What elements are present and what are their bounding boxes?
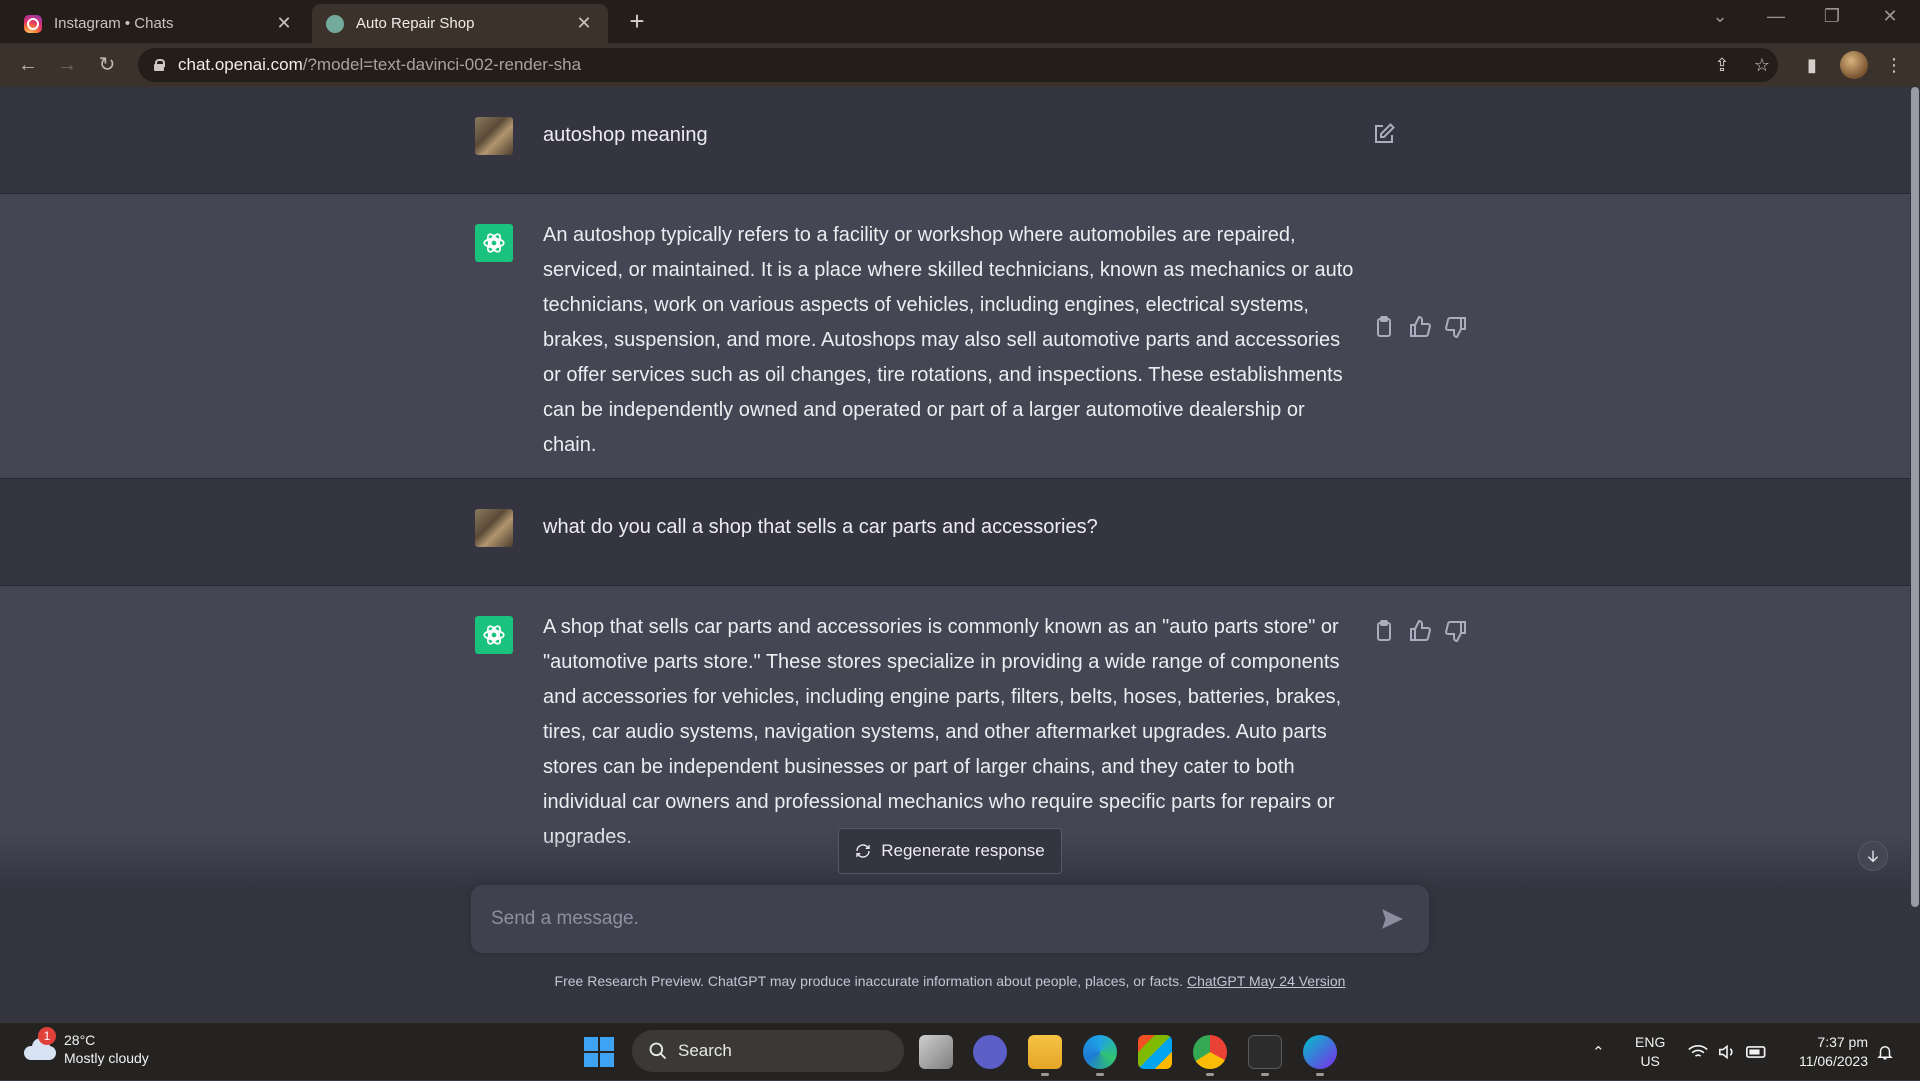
back-arrow-icon[interactable]: ← — [14, 51, 42, 79]
notification-badge: 1 — [38, 1027, 56, 1045]
regenerate-response-button[interactable]: Regenerate response — [838, 828, 1062, 874]
assistant-message-row: An autoshop typically refers to a facili… — [0, 194, 1910, 479]
edit-icon[interactable] — [1372, 122, 1396, 146]
file-explorer-icon[interactable] — [1028, 1035, 1062, 1069]
side-panel-icon[interactable]: ▮ — [1798, 51, 1826, 79]
user-avatar — [475, 509, 513, 547]
chatgpt-logo-icon — [475, 616, 513, 654]
lock-icon[interactable] — [154, 59, 165, 71]
user-avatar — [475, 117, 513, 155]
user-message-text: what do you call a shop that sells a car… — [543, 516, 1098, 538]
copy-icon[interactable] — [1372, 315, 1396, 339]
message-actions — [1372, 315, 1468, 339]
page-scrollbar[interactable] — [1910, 87, 1920, 1022]
close-window-button[interactable]: ✕ — [1870, 6, 1910, 27]
thumbs-down-icon[interactable] — [1444, 315, 1468, 339]
minimize-button[interactable]: — — [1756, 6, 1796, 27]
refresh-icon — [856, 844, 870, 858]
terminal-icon[interactable] — [1248, 1035, 1282, 1069]
share-icon[interactable]: ⇪ — [1708, 51, 1736, 79]
running-indicator — [1261, 1073, 1269, 1076]
running-indicator — [1041, 1073, 1049, 1076]
language-code: ENG — [1635, 1034, 1666, 1050]
tab-title: Instagram • Chats — [54, 15, 174, 32]
new-tab-button[interactable]: + — [622, 6, 652, 37]
canva-icon[interactable] — [1303, 1035, 1337, 1069]
chat-page: autoshop meaning An autoshop typically r… — [0, 87, 1920, 1022]
time: 7:37 pm — [1817, 1034, 1868, 1050]
bookmark-star-icon[interactable]: ☆ — [1748, 51, 1776, 79]
disclaimer: Free Research Preview. ChatGPT may produ… — [0, 973, 1900, 989]
url-host: chat.openai.com — [178, 55, 303, 74]
send-icon[interactable] — [1379, 906, 1405, 932]
forward-arrow-icon[interactable]: → — [53, 51, 81, 79]
tab-auto-repair-shop[interactable]: Auto Repair Shop ✕ — [312, 4, 608, 43]
search-icon — [649, 1042, 667, 1060]
user-message-text: autoshop meaning — [543, 124, 708, 146]
regenerate-label: Regenerate response — [881, 841, 1045, 860]
thumbs-up-icon[interactable] — [1408, 619, 1432, 643]
assistant-message-text: An autoshop typically refers to a facili… — [543, 224, 1354, 456]
browser-menu-icon[interactable]: ⋮ — [1880, 51, 1908, 79]
thumbs-up-icon[interactable] — [1408, 315, 1432, 339]
tab-search-icon[interactable]: ⌄ — [1700, 6, 1740, 27]
assistant-message-text: A shop that sells car parts and accessor… — [543, 616, 1342, 848]
weather-condition: Mostly cloudy — [64, 1050, 149, 1066]
chatgpt-logo-icon — [475, 224, 513, 262]
tab-title: Auto Repair Shop — [356, 15, 475, 32]
url-path: /?model=text-davinci-002-render-sha — [302, 55, 582, 74]
close-tab-icon[interactable]: ✕ — [574, 13, 594, 34]
browser-toolbar: ← → ↻ chat.openai.com/?model=text-davinc… — [0, 43, 1920, 87]
notifications-bell-icon[interactable] — [1876, 1023, 1894, 1081]
wifi-icon[interactable] — [1688, 1023, 1708, 1081]
volume-icon[interactable] — [1717, 1023, 1737, 1081]
version-link[interactable]: ChatGPT May 24 Version — [1187, 973, 1345, 989]
edge-icon[interactable] — [1083, 1035, 1117, 1069]
message-input[interactable] — [491, 885, 1351, 953]
address-bar[interactable]: chat.openai.com/?model=text-davinci-002-… — [138, 48, 1778, 82]
running-indicator — [1206, 1073, 1214, 1076]
taskbar-search[interactable]: Search — [632, 1030, 904, 1072]
keyboard-region: US — [1640, 1053, 1660, 1069]
show-hidden-icons-chevron-icon[interactable]: ⌃ — [1592, 1023, 1605, 1081]
task-view-icon[interactable] — [919, 1035, 953, 1069]
user-message-row: what do you call a shop that sells a car… — [0, 479, 1910, 586]
browser-tab-strip: Instagram • Chats ✕ Auto Repair Shop ✕ +… — [0, 0, 1920, 43]
tab-instagram[interactable]: Instagram • Chats ✕ — [10, 4, 308, 43]
temperature: 28°C — [64, 1032, 96, 1048]
message-composer — [471, 885, 1429, 953]
scroll-to-bottom-button[interactable] — [1858, 841, 1888, 871]
date: 11/06/2023 — [1798, 1053, 1868, 1069]
restore-button[interactable]: ❐ — [1812, 6, 1852, 27]
search-label: Search — [678, 1041, 732, 1060]
copy-icon[interactable] — [1372, 619, 1396, 643]
microsoft-store-icon[interactable] — [1138, 1035, 1172, 1069]
taskbar: 28°C Mostly cloudy 1 Search ⌃ ENG US 7:3… — [0, 1022, 1920, 1080]
close-tab-icon[interactable]: ✕ — [274, 13, 294, 34]
profile-avatar[interactable] — [1840, 51, 1868, 79]
scrollbar-thumb[interactable] — [1911, 87, 1919, 907]
system-clock[interactable]: 7:37 pm 11/06/2023 — [1780, 1033, 1868, 1071]
reload-icon[interactable]: ↻ — [93, 51, 121, 79]
running-indicator — [1096, 1073, 1104, 1076]
battery-icon[interactable] — [1746, 1023, 1768, 1081]
language-indicator[interactable]: ENG US — [1635, 1033, 1665, 1071]
arrow-down-icon — [1867, 850, 1879, 863]
chrome-icon[interactable] — [1193, 1035, 1227, 1069]
teams-chat-icon[interactable] — [973, 1035, 1007, 1069]
windows-start-icon[interactable] — [584, 1037, 614, 1067]
disclaimer-text: Free Research Preview. ChatGPT may produ… — [554, 973, 1187, 989]
message-actions — [1372, 619, 1468, 643]
instagram-icon — [24, 14, 42, 33]
running-indicator — [1316, 1073, 1324, 1076]
thumbs-down-icon[interactable] — [1444, 619, 1468, 643]
chatgpt-icon — [326, 14, 344, 33]
user-message-row: autoshop meaning — [0, 87, 1910, 194]
